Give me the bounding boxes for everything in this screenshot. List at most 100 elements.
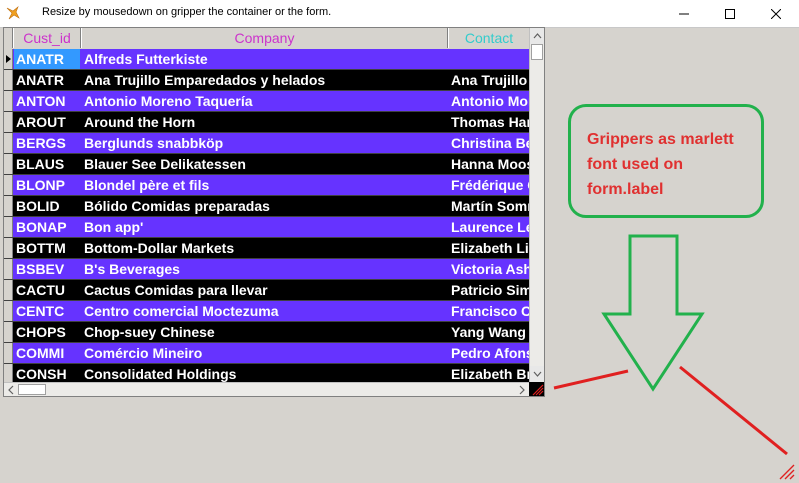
table-row[interactable]: COMMI Comércio Mineiro Pedro Afonso bbox=[4, 343, 529, 364]
table-row[interactable]: CENTC Centro comercial Moctezuma Francis… bbox=[4, 301, 529, 322]
table-row[interactable]: BOTTM Bottom-Dollar Markets Elizabeth Li… bbox=[4, 238, 529, 259]
scroll-right-button[interactable] bbox=[515, 383, 529, 396]
table-row[interactable]: CHOPS Chop-suey Chinese Yang Wang bbox=[4, 322, 529, 343]
table-row[interactable]: ANTON Antonio Moreno Taquería Antonio Mo… bbox=[4, 91, 529, 112]
cell-contact[interactable]: Christina Berglund bbox=[451, 135, 529, 151]
record-selector[interactable] bbox=[4, 91, 13, 111]
record-selector[interactable] bbox=[4, 259, 13, 279]
cell-contact[interactable]: Laurence Lebihan bbox=[451, 219, 529, 235]
cell-contact[interactable]: Yang Wang bbox=[451, 324, 529, 340]
cell-cust-id[interactable]: BERGS bbox=[16, 135, 80, 151]
container-resize-gripper[interactable] bbox=[531, 383, 544, 396]
cell-contact[interactable]: Thomas Hardy bbox=[451, 114, 529, 130]
table-row[interactable]: BERGS Berglunds snabbköp Christina Bergl… bbox=[4, 133, 529, 154]
cell-contact[interactable]: Victoria Ashworth bbox=[451, 261, 529, 277]
cell-cust-id[interactable]: BOTTM bbox=[16, 240, 80, 256]
scroll-up-button[interactable] bbox=[530, 28, 544, 44]
cell-cust-id[interactable]: ANATR bbox=[16, 72, 80, 88]
cell-company[interactable]: Comércio Mineiro bbox=[84, 345, 446, 361]
cell-cust-id[interactable]: ANTON bbox=[16, 93, 80, 109]
cell-company[interactable]: Blondel père et fils bbox=[84, 177, 446, 193]
cell-cust-id[interactable]: AROUT bbox=[16, 114, 80, 130]
annotation-callout: Grippers as marlett font used on form.la… bbox=[568, 104, 764, 218]
cell-company[interactable]: Bólido Comidas preparadas bbox=[84, 198, 446, 214]
cell-company[interactable]: Chop-suey Chinese bbox=[84, 324, 446, 340]
record-selector[interactable] bbox=[4, 322, 13, 342]
record-selector[interactable] bbox=[4, 301, 13, 321]
cell-contact[interactable]: Ana Trujillo bbox=[451, 72, 529, 88]
record-selector[interactable] bbox=[4, 280, 13, 300]
table-row[interactable]: BOLID Bólido Comidas preparadas Martín S… bbox=[4, 196, 529, 217]
gripper-icon bbox=[532, 384, 544, 396]
cell-company[interactable]: Cactus Comidas para llevar bbox=[84, 282, 446, 298]
annotation-text: Grippers as marlett font used on form.la… bbox=[587, 131, 734, 198]
cell-contact[interactable]: Pedro Afonso bbox=[451, 345, 529, 361]
cell-cust-id[interactable]: BSBEV bbox=[16, 261, 80, 277]
cell-cust-id[interactable]: BONAP bbox=[16, 219, 80, 235]
cell-company[interactable]: Around the Horn bbox=[84, 114, 446, 130]
record-selector[interactable] bbox=[4, 175, 13, 195]
customer-grid[interactable]: Cust_id Company Contact ANATR Alfreds Fu… bbox=[3, 27, 545, 397]
horizontal-scroll-thumb[interactable] bbox=[18, 384, 46, 395]
cell-cust-id[interactable]: CENTC bbox=[16, 303, 80, 319]
table-row[interactable]: BLAUS Blauer See Delikatessen Hanna Moos bbox=[4, 154, 529, 175]
maximize-button[interactable] bbox=[707, 0, 753, 27]
record-selector[interactable] bbox=[4, 112, 13, 132]
column-header-contact[interactable]: Contact bbox=[448, 28, 529, 48]
cell-contact[interactable]: Hanna Moos bbox=[451, 156, 529, 172]
table-row[interactable]: BLONP Blondel père et fils Frédérique Ci… bbox=[4, 175, 529, 196]
cell-contact[interactable]: Elizabeth Brown bbox=[451, 366, 529, 382]
record-selector[interactable] bbox=[4, 196, 13, 216]
cell-cust-id[interactable]: BOLID bbox=[16, 198, 80, 214]
record-selector[interactable] bbox=[4, 238, 13, 258]
record-selector[interactable] bbox=[4, 364, 13, 382]
cell-company[interactable]: Bottom-Dollar Markets bbox=[84, 240, 446, 256]
cell-company[interactable]: Berglunds snabbköp bbox=[84, 135, 446, 151]
cell-cust-id[interactable]: COMMI bbox=[16, 345, 80, 361]
cell-company[interactable]: Centro comercial Moctezuma bbox=[84, 303, 446, 319]
cell-contact[interactable]: Francisco Chang bbox=[451, 303, 529, 319]
vertical-scrollbar[interactable] bbox=[529, 28, 544, 382]
window-title: Resize by mousedown on gripper the conta… bbox=[42, 6, 332, 18]
record-selector[interactable] bbox=[4, 49, 13, 69]
record-selector[interactable] bbox=[4, 133, 13, 153]
close-button[interactable] bbox=[753, 0, 799, 27]
record-selector[interactable] bbox=[4, 343, 13, 363]
record-selector[interactable] bbox=[4, 154, 13, 174]
table-row[interactable]: BONAP Bon app' Laurence Lebihan bbox=[4, 217, 529, 238]
table-row[interactable]: AROUT Around the Horn Thomas Hardy bbox=[4, 112, 529, 133]
cell-contact[interactable]: Patricio Simpson bbox=[451, 282, 529, 298]
cell-company[interactable]: Ana Trujillo Emparedados y helados bbox=[84, 72, 446, 88]
cell-company[interactable]: Antonio Moreno Taquería bbox=[84, 93, 446, 109]
form-resize-gripper-icon[interactable] bbox=[775, 460, 795, 480]
table-row[interactable]: BSBEV B's Beverages Victoria Ashworth bbox=[4, 259, 529, 280]
cell-cust-id[interactable]: CONSH bbox=[16, 366, 80, 382]
column-header-company[interactable]: Company bbox=[81, 28, 448, 48]
cell-cust-id[interactable]: CACTU bbox=[16, 282, 80, 298]
cell-company[interactable]: Bon app' bbox=[84, 219, 446, 235]
table-row[interactable]: CACTU Cactus Comidas para llevar Patrici… bbox=[4, 280, 529, 301]
cell-company[interactable]: Blauer See Delikatessen bbox=[84, 156, 446, 172]
horizontal-scrollbar[interactable] bbox=[4, 382, 529, 396]
cell-contact[interactable]: Martín Sommer bbox=[451, 198, 529, 214]
cell-company[interactable]: Consolidated Holdings bbox=[84, 366, 446, 382]
column-header-cust-id[interactable]: Cust_id bbox=[13, 28, 81, 48]
cell-contact[interactable]: Frédérique Citeaux bbox=[451, 177, 529, 193]
cell-contact[interactable]: Antonio Moreno bbox=[451, 93, 529, 109]
cell-company[interactable]: B's Beverages bbox=[84, 261, 446, 277]
table-row[interactable]: ANATR Ana Trujillo Emparedados y helados… bbox=[4, 70, 529, 91]
cell-contact[interactable]: Elizabeth Lincoln bbox=[451, 240, 529, 256]
table-row[interactable]: CONSH Consolidated Holdings Elizabeth Br… bbox=[4, 364, 529, 382]
cell-cust-id[interactable]: ANATR bbox=[14, 49, 80, 69]
vertical-scroll-thumb[interactable] bbox=[531, 44, 543, 60]
cell-cust-id[interactable]: BLONP bbox=[16, 177, 80, 193]
cell-company[interactable]: Alfreds Futterkiste bbox=[84, 51, 446, 67]
cell-cust-id[interactable]: BLAUS bbox=[16, 156, 80, 172]
record-selector[interactable] bbox=[4, 70, 13, 90]
cell-cust-id[interactable]: CHOPS bbox=[16, 324, 80, 340]
scroll-left-button[interactable] bbox=[4, 383, 18, 396]
record-selector[interactable] bbox=[4, 217, 13, 237]
minimize-button[interactable] bbox=[661, 0, 707, 27]
table-row[interactable]: ANATR Alfreds Futterkiste bbox=[4, 49, 529, 70]
scroll-down-button[interactable] bbox=[530, 366, 544, 382]
